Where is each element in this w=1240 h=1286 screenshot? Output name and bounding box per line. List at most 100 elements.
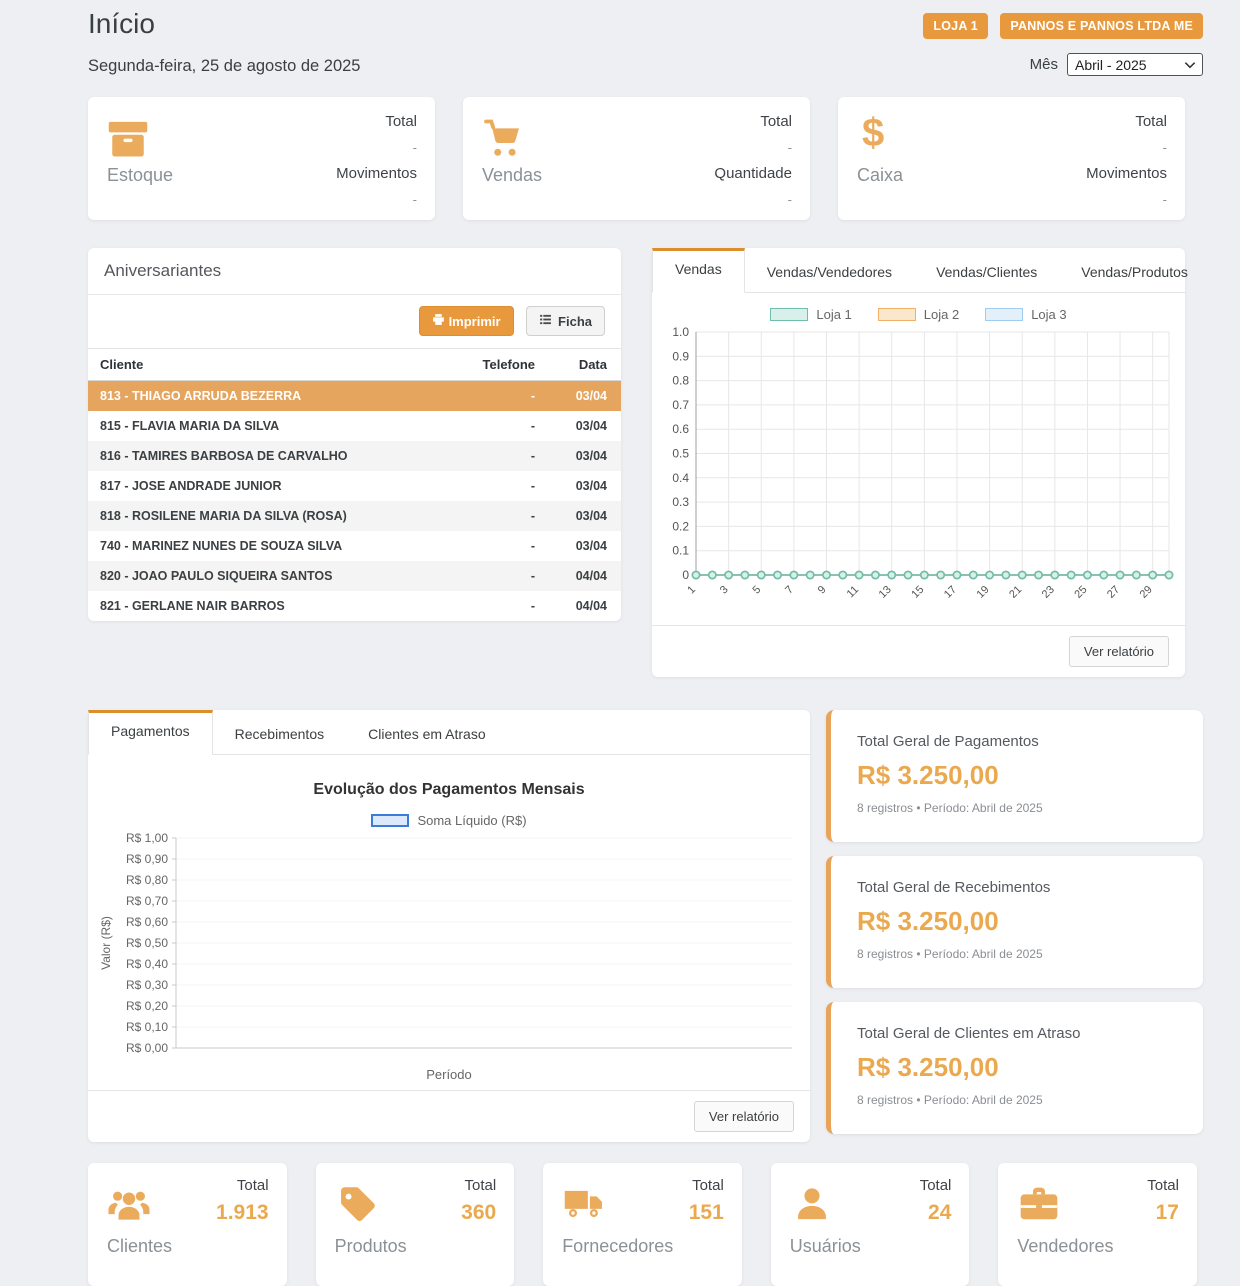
summary-meta: 8 registros • Período: Abril de 2025 (857, 947, 1177, 961)
birthday-phone: - (439, 591, 547, 621)
stat-card-row: Estoque Total - Movimentos - Vendas Tota… (88, 97, 1185, 220)
tab-pagamentos[interactable]: Pagamentos (88, 710, 213, 755)
svg-text:11: 11 (845, 584, 862, 601)
sales-report-button[interactable]: Ver relatório (1069, 636, 1169, 667)
svg-text:0.5: 0.5 (672, 447, 689, 461)
birthday-row[interactable]: 817 - JOSE ANDRADE JUNIOR - 03/04 (88, 471, 621, 501)
payments-chart-legend: Soma Líquido (R$) (88, 799, 810, 830)
birthdays-title: Aniversariantes (88, 248, 621, 295)
tab-clientes-em-atraso[interactable]: Clientes em Atraso (346, 710, 508, 754)
svg-text:7: 7 (783, 584, 796, 597)
sales-panel-footer: Ver relatório (652, 625, 1185, 677)
svg-text:0.3: 0.3 (672, 495, 689, 509)
stat-card-caixa: $ Caixa Total - Movimentos - (838, 97, 1185, 220)
tab-vendas-produtos[interactable]: Vendas/Produtos (1059, 248, 1210, 292)
svg-text:25: 25 (1072, 584, 1089, 601)
birthday-client: 820 - JOAO PAULO SIQUEIRA SANTOS (88, 561, 439, 591)
payments-tabbar: Pagamentos Recebimentos Clientes em Atra… (88, 710, 810, 755)
svg-text:0.4: 0.4 (672, 471, 689, 485)
stat-card-estoque: Estoque Total - Movimentos - (88, 97, 435, 220)
col-header-telefone: Telefone (439, 349, 547, 381)
entity-card-label: Clientes (107, 1236, 172, 1257)
stat-key: Quantidade (714, 161, 792, 187)
summary-card-pagamentos: Total Geral de Pagamentos R$ 3.250,00 8 … (826, 710, 1203, 842)
birthday-row[interactable]: 818 - ROSILENE MARIA DA SILVA (ROSA) - 0… (88, 501, 621, 531)
birthday-row[interactable]: 815 - FLAVIA MARIA DA SILVA - 03/04 (88, 411, 621, 441)
svg-text:1: 1 (685, 584, 698, 597)
tab-vendas-clientes[interactable]: Vendas/Clientes (914, 248, 1059, 292)
birthday-row[interactable]: 820 - JOAO PAULO SIQUEIRA SANTOS - 04/04 (88, 561, 621, 591)
sales-chart-legend: Loja 1 Loja 2 Loja 3 (652, 293, 1185, 324)
col-header-cliente: Cliente (88, 349, 439, 381)
print-button[interactable]: Imprimir (419, 306, 514, 336)
svg-text:R$ 0,20: R$ 0,20 (126, 999, 168, 1013)
birthday-date: 04/04 (547, 591, 621, 621)
dashboard-page: Início Segunda-feira, 25 de agosto de 20… (0, 0, 1240, 1286)
birthday-phone: - (439, 501, 547, 531)
legend-item[interactable]: Loja 2 (878, 307, 959, 322)
entity-total-value: 360 (461, 1201, 496, 1225)
sales-chart: 00.10.20.30.40.50.60.70.80.91.0135791113… (660, 324, 1177, 617)
store-badge[interactable]: LOJA 1 (923, 13, 988, 39)
entity-card-vendedores[interactable]: Vendedores Total 17 (998, 1163, 1197, 1286)
truck-icon (562, 1183, 606, 1227)
entity-card-produtos[interactable]: Produtos Total 360 (316, 1163, 515, 1286)
tab-vendas-vendedores[interactable]: Vendas/Vendedores (745, 248, 914, 292)
ficha-button-label: Ficha (558, 314, 592, 329)
company-badge[interactable]: PANNOS E PANNOS LTDA ME (1000, 13, 1203, 39)
legend-label: Loja 3 (1031, 307, 1066, 322)
payments-report-button[interactable]: Ver relatório (694, 1101, 794, 1132)
legend-item[interactable]: Soma Líquido (R$) (371, 813, 526, 828)
birthday-row[interactable]: 740 - MARINEZ NUNES DE SOUZA SILVA - 03/… (88, 531, 621, 561)
stat-card-label: Estoque (107, 165, 173, 186)
box-icon (107, 118, 149, 160)
svg-text:0.7: 0.7 (672, 398, 689, 412)
svg-text:0.8: 0.8 (672, 374, 689, 388)
legend-item[interactable]: Loja 3 (985, 307, 1066, 322)
svg-text:R$ 1,00: R$ 1,00 (126, 831, 168, 845)
birthdays-table: Cliente Telefone Data 813 - THIAGO ARRUD… (88, 349, 621, 621)
svg-text:5: 5 (751, 584, 764, 597)
entity-card-label: Fornecedores (562, 1236, 673, 1257)
sales-panel: Vendas Vendas/Vendedores Vendas/Clientes… (652, 248, 1185, 677)
badge-row: LOJA 1 PANNOS E PANNOS LTDA ME (915, 13, 1203, 39)
month-select[interactable]: Abril - 2025 (1067, 53, 1203, 76)
briefcase-icon (1017, 1183, 1061, 1227)
stat-key: Total (1086, 109, 1167, 135)
svg-text:R$ 0,50: R$ 0,50 (126, 936, 168, 950)
stat-card-values: Total - Quantidade - (714, 109, 792, 213)
entity-card-values: Total 24 (920, 1177, 952, 1225)
birthday-phone: - (439, 561, 547, 591)
entity-total-value: 17 (1147, 1201, 1179, 1225)
tab-vendas[interactable]: Vendas (652, 248, 745, 293)
birthday-client: 815 - FLAVIA MARIA DA SILVA (88, 411, 439, 441)
legend-swatch (878, 308, 916, 321)
entity-total-label: Total (216, 1177, 269, 1194)
svg-text:R$ 0,90: R$ 0,90 (126, 852, 168, 866)
col-header-data: Data (547, 349, 621, 381)
summary-amount: R$ 3.250,00 (857, 1052, 1177, 1083)
tab-recebimentos[interactable]: Recebimentos (213, 710, 347, 754)
birthday-phone: - (439, 411, 547, 441)
legend-item[interactable]: Loja 1 (770, 307, 851, 322)
entity-card-clientes[interactable]: Clientes Total 1.913 (88, 1163, 287, 1286)
stat-card-values: Total - Movimentos - (336, 109, 417, 213)
svg-text:R$ 0,80: R$ 0,80 (126, 873, 168, 887)
stat-card-values: Total - Movimentos - (1086, 109, 1167, 213)
birthday-client: 817 - JOSE ANDRADE JUNIOR (88, 471, 439, 501)
birthday-row[interactable]: 816 - TAMIRES BARBOSA DE CARVALHO - 03/0… (88, 441, 621, 471)
svg-text:R$ 0,70: R$ 0,70 (126, 894, 168, 908)
birthday-row[interactable]: 813 - THIAGO ARRUDA BEZERRA - 03/04 (88, 381, 621, 412)
summary-title: Total Geral de Recebimentos (857, 879, 1177, 896)
birthday-row[interactable]: 821 - GERLANE NAIR BARROS - 04/04 (88, 591, 621, 621)
entity-card-fornecedores[interactable]: Fornecedores Total 151 (543, 1163, 742, 1286)
stat-card-label: Caixa (857, 165, 903, 186)
stat-key: Movimentos (1086, 161, 1167, 187)
ficha-button[interactable]: Ficha (526, 306, 605, 336)
svg-text:15: 15 (909, 584, 926, 601)
payments-panel: Pagamentos Recebimentos Clientes em Atra… (88, 710, 810, 1142)
summary-meta: 8 registros • Período: Abril de 2025 (857, 1093, 1177, 1107)
entity-card-usuarios[interactable]: Usuários Total 24 (771, 1163, 970, 1286)
entity-card-values: Total 360 (461, 1177, 496, 1225)
stat-value: - (714, 187, 792, 213)
